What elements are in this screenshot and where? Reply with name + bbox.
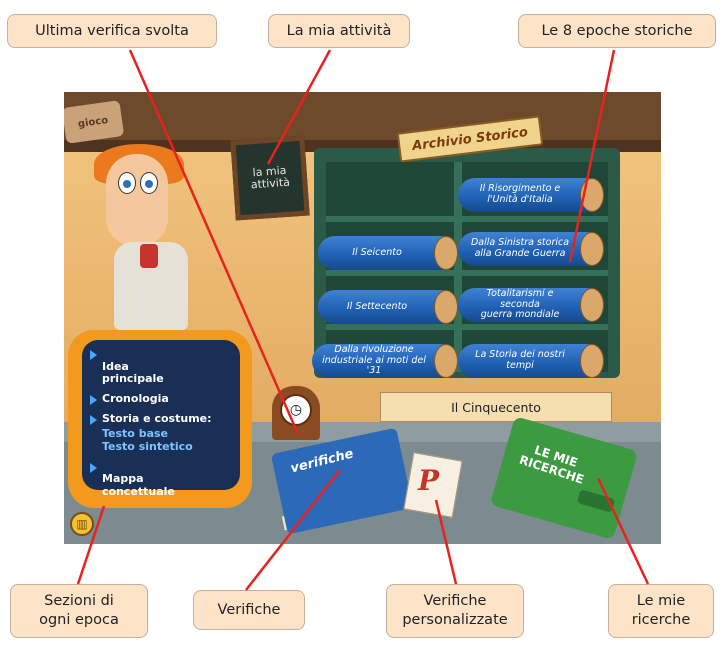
scroll-cap (580, 178, 604, 212)
menu-label: Cronologia (102, 391, 169, 405)
menu-item-cronologia[interactable]: Cronologia (90, 391, 236, 406)
shelf-divider (326, 270, 608, 276)
epoch-label: Totalitarismi e seconda guerra mondiale (480, 287, 560, 321)
menu-item-storia[interactable]: Storia e costume: (90, 411, 236, 426)
menu-label: Storia e costume: (102, 411, 212, 425)
menu-item-mappa[interactable]: Mappa concettuale (90, 461, 236, 499)
epoch-label: Dalla rivoluzione industriale ai moti de… (322, 343, 426, 377)
epoch-scroll-settecento[interactable]: Il Settecento (318, 290, 458, 324)
epoch-label: Il Risorgimento e l'Unità d'Italia (479, 183, 561, 205)
epoch-label: La Storia dei nostri tempi (475, 349, 565, 371)
callout-sezioni: Sezioni di ogni epoca (10, 584, 148, 638)
menu-item-idea[interactable]: Idea principale (90, 348, 236, 386)
shelf-divider (326, 216, 608, 222)
ceiling (64, 92, 661, 140)
shelf-divider (326, 324, 608, 330)
arrow-icon (90, 414, 97, 425)
scroll-cap (580, 288, 604, 322)
character-pupil (123, 180, 131, 188)
callout-mia-attivita: La mia attività (268, 14, 410, 48)
arrow-icon (90, 350, 97, 360)
menu-item-testo-sintetico[interactable]: Testo sintetico (90, 440, 236, 453)
menu-item-testo-base[interactable]: Testo base (90, 427, 236, 440)
callout-ricerche: Le mie ricerche (608, 584, 714, 638)
callout-personalizzate: Verifiche personalizzate (386, 584, 524, 638)
arrow-icon (90, 394, 97, 405)
character-head (106, 154, 168, 246)
custom-tests-letter: P (418, 464, 440, 497)
la-mia-attivita-chalkboard[interactable]: la mia attività (230, 135, 310, 221)
scroll-cap (580, 232, 604, 266)
epoch-scroll-rivoluzione-industriale[interactable]: Dalla rivoluzione industriale ai moti de… (312, 344, 458, 378)
menu-label: Mappa concettuale (102, 472, 175, 498)
current-epoch-plaque: Il Cinquecento (380, 392, 612, 422)
epoch-label: Il Seicento (352, 246, 402, 258)
epoch-label: Dalla Sinistra storica alla Grande Guerr… (470, 237, 570, 259)
character-pupil (145, 180, 153, 188)
epoch-scroll-seicento[interactable]: Il Seicento (318, 236, 458, 270)
epoch-scroll-sinistra-storica[interactable]: Dalla Sinistra storica alla Grande Guerr… (458, 232, 604, 266)
menu-label: Idea principale (102, 359, 164, 386)
scroll-cap (434, 236, 458, 270)
scroll-cap (580, 344, 604, 378)
scroll-cap (434, 290, 458, 324)
clock-icon: ◷ (280, 394, 312, 426)
arrow-icon (90, 462, 97, 473)
callout-epoche: Le 8 epoche storiche (518, 14, 716, 48)
epoch-scroll-totalitarismi[interactable]: Totalitarismi e seconda guerra mondiale (458, 288, 604, 322)
app-scene: gioco la mia attività Archivio Storico I… (64, 92, 661, 544)
character-scarf (140, 244, 158, 268)
epoch-scroll-storia-nostri-tempi[interactable]: La Storia dei nostri tempi (458, 344, 604, 378)
epoch-label: Il Settecento (346, 300, 408, 312)
scroll-cap (434, 344, 458, 378)
epoch-scroll-risorgimento[interactable]: Il Risorgimento e l'Unità d'Italia (458, 178, 604, 212)
callout-verifiche: Verifiche (193, 590, 305, 630)
exit-door-icon[interactable]: ▥ (70, 512, 94, 536)
callout-ultima-verifica: Ultima verifica svolta (7, 14, 217, 48)
epoch-sections-menu: Idea principale Cronologia Storia e cost… (90, 348, 236, 506)
